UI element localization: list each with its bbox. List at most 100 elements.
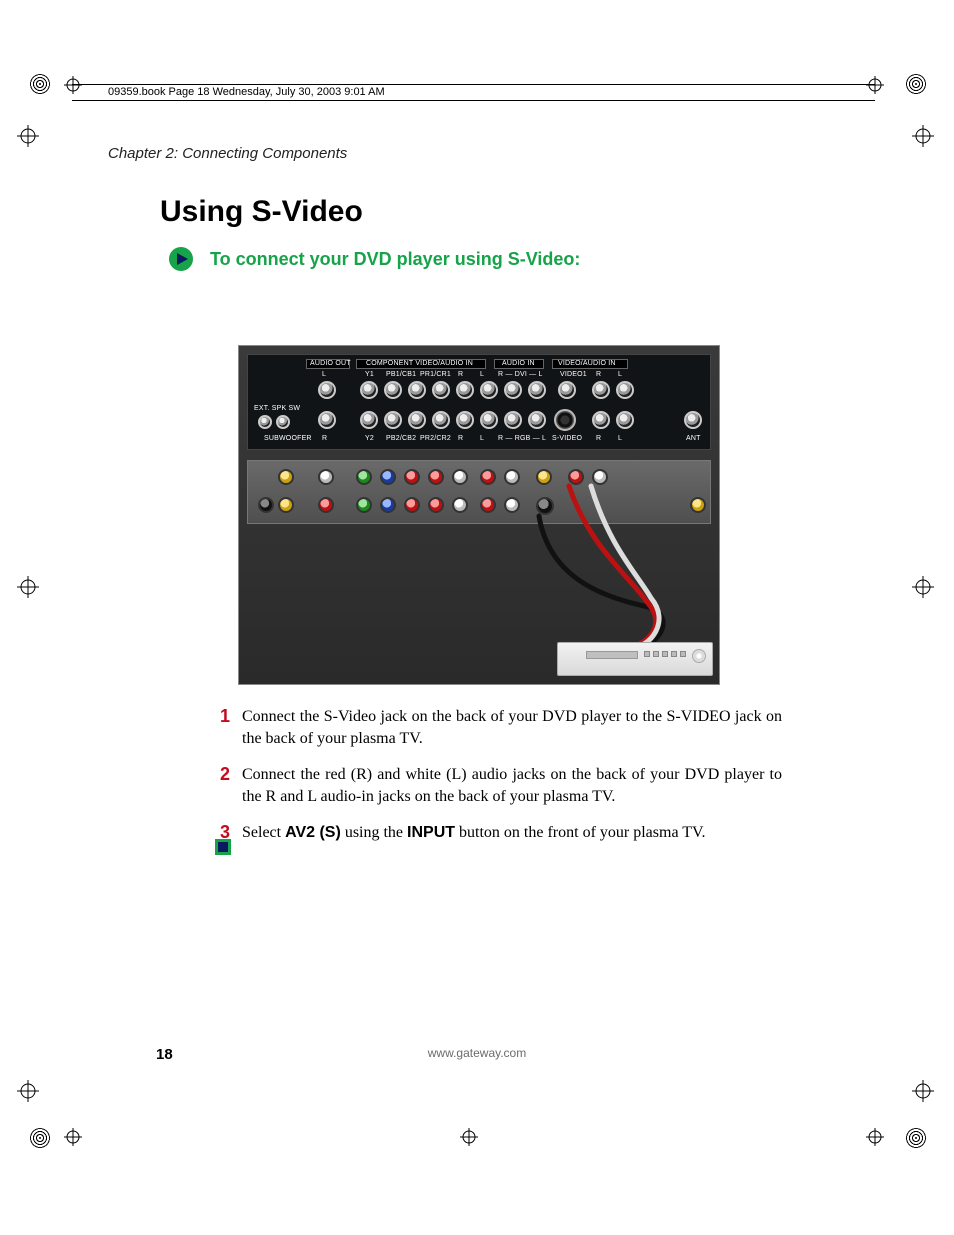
label-l: L [618, 435, 622, 442]
label-video1: VIDEO1 [560, 371, 587, 378]
steps-list: 1 Connect the S-Video jack on the back o… [214, 706, 782, 858]
registration-cross-icon [866, 1128, 884, 1146]
label-y1: Y1 [365, 371, 374, 378]
label-dvi: R — DVI — L [498, 371, 543, 378]
label-pb1: PB1/CB1 [386, 371, 416, 378]
svideo-jack-icon [554, 409, 576, 431]
jack-icon [480, 411, 498, 429]
tv-back-panel-schematic: AUDIO OUT COMPONENT VIDEO/AUDIO IN AUDIO… [247, 354, 711, 450]
jack-icon [528, 381, 546, 399]
jack-icon [558, 381, 576, 399]
jack-icon [384, 381, 402, 399]
rca-icon [504, 469, 520, 485]
label-r: R [596, 371, 601, 378]
tv-back-panel-photo [247, 460, 711, 524]
registration-cross-icon [460, 1128, 478, 1146]
jack-icon [318, 411, 336, 429]
step-text-fragment: Select [242, 824, 285, 841]
rca-icon [258, 497, 274, 513]
rca-icon [592, 469, 608, 485]
registration-cross-icon [17, 1080, 39, 1102]
jack-icon [456, 411, 474, 429]
jack-icon [432, 411, 450, 429]
rca-icon [536, 469, 552, 485]
rca-icon [318, 497, 334, 513]
step-number: 1 [214, 706, 230, 750]
jack-icon [408, 411, 426, 429]
dvd-buttons-icon [644, 651, 686, 657]
step-text: Select AV2 (S) using the INPUT button on… [242, 822, 706, 844]
label-y2: Y2 [365, 435, 374, 442]
rca-icon [690, 497, 706, 513]
jack-icon [684, 411, 702, 429]
rca-icon [452, 469, 468, 485]
step-number: 2 [214, 764, 230, 808]
jack-icon [616, 381, 634, 399]
jack-icon [456, 381, 474, 399]
rca-icon [404, 469, 420, 485]
jack-icon [276, 415, 290, 429]
label-r: R [458, 435, 463, 442]
play-icon [168, 246, 194, 272]
step-item: 3 Select AV2 (S) using the INPUT button … [214, 822, 782, 844]
registration-cross-icon [866, 76, 884, 94]
rca-icon [278, 497, 294, 513]
page-heading: Using S-Video [160, 195, 363, 229]
subheading-row: To connect your DVD player using S-Video… [168, 246, 580, 272]
dvd-player-icon [557, 642, 713, 676]
label-r: R [596, 435, 601, 442]
rca-icon [278, 469, 294, 485]
jack-icon [384, 411, 402, 429]
registration-dot-icon [30, 74, 50, 94]
jack-icon [616, 411, 634, 429]
label-ant: ANT [686, 435, 701, 442]
step-text: Connect the red (R) and white (L) audio … [242, 764, 782, 808]
label-audio-out: AUDIO OUT [310, 360, 351, 367]
step-text-fragment: using the [341, 824, 407, 841]
jack-icon [480, 381, 498, 399]
rca-icon [404, 497, 420, 513]
label-video-audio-in: VIDEO/AUDIO IN [558, 360, 616, 367]
rca-icon [480, 469, 496, 485]
rca-icon [380, 497, 396, 513]
jack-icon [528, 411, 546, 429]
dvd-dial-icon [692, 649, 706, 663]
jack-icon [360, 411, 378, 429]
label-audio-in: AUDIO IN [502, 360, 535, 367]
label-pr1: PR1/CR1 [420, 371, 451, 378]
label-r: R [322, 435, 327, 442]
connection-diagram: AUDIO OUT COMPONENT VIDEO/AUDIO IN AUDIO… [238, 345, 720, 685]
rca-icon [452, 497, 468, 513]
registration-cross-icon [912, 1080, 934, 1102]
jack-icon [592, 411, 610, 429]
registration-cross-icon [64, 1128, 82, 1146]
document-page: 09359.book Page 18 Wednesday, July 30, 2… [0, 0, 954, 1235]
rca-icon [428, 497, 444, 513]
jack-icon [408, 381, 426, 399]
label-r: R [458, 371, 463, 378]
registration-dot-icon [906, 74, 926, 94]
registration-cross-icon [17, 125, 39, 147]
svideo-jack-icon [536, 497, 554, 515]
book-metadata-line: 09359.book Page 18 Wednesday, July 30, 2… [108, 86, 385, 98]
jack-icon [592, 381, 610, 399]
label-svideo: S-VIDEO [552, 435, 582, 442]
label-rgb: R — RGB — L [498, 435, 546, 442]
registration-cross-icon [17, 576, 39, 598]
rca-icon [568, 469, 584, 485]
rca-icon [356, 497, 372, 513]
label-pr2: PR2/CR2 [420, 435, 451, 442]
label-sub: SUBWOOFER [264, 435, 312, 442]
jack-icon [258, 415, 272, 429]
registration-dot-icon [906, 1128, 926, 1148]
label-l: L [480, 371, 484, 378]
registration-cross-icon [912, 125, 934, 147]
rca-icon [504, 497, 520, 513]
rca-icon [480, 497, 496, 513]
jack-icon [504, 381, 522, 399]
step-text-bold: INPUT [407, 824, 455, 841]
label-l: L [480, 435, 484, 442]
rca-icon [380, 469, 396, 485]
chapter-title: Chapter 2: Connecting Components [108, 145, 347, 162]
label-component: COMPONENT VIDEO/AUDIO IN [366, 360, 473, 367]
